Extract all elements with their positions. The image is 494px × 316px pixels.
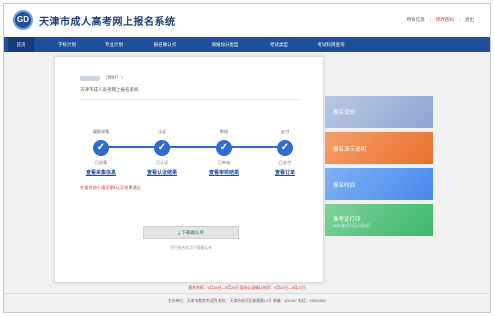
- panel-label: 报名须知: [333, 110, 356, 116]
- panel-admission-ticket-print[interactable]: 准考证打印 2021年9月1日-9月5日: [325, 204, 433, 236]
- user-line: （你好！）: [80, 75, 126, 81]
- check-icon: ✓: [277, 140, 293, 156]
- check-icon: ✓: [154, 140, 170, 156]
- panel-sublabel: 2021年9月1日-9月5日: [333, 224, 371, 228]
- nav-item-confirm-point[interactable]: 报名确认点: [142, 37, 188, 52]
- nav-item-subject-query[interactable]: 考试科目查询: [304, 37, 358, 52]
- view-review-result-link[interactable]: 查看审核结果: [201, 169, 247, 176]
- header-link-change-password[interactable]: 修改密码: [436, 17, 454, 23]
- main-nav: 首页 学校计划 专业计划 报名确认点 填报加分类型 考试类型 考试科目查询: [4, 37, 490, 52]
- step-status: 已采集: [94, 160, 108, 165]
- footer-period: 报名时间：9月16日—9月20日 现场认证确认时间：9月20日—9月21日: [188, 286, 306, 290]
- logo-icon: GD: [13, 10, 33, 30]
- site-title: 天津市成人高考网上报名系统: [39, 17, 176, 28]
- download-icon: ⤓: [178, 230, 181, 235]
- nav-item-major-plan[interactable]: 专业计划: [94, 37, 134, 52]
- panel-registration-demo[interactable]: 报名演示说明: [325, 132, 433, 164]
- user-name-masked: [80, 75, 100, 81]
- header: GD 天津市成人高考网上报名系统 所有信息 | 修改密码 | 退出: [4, 4, 490, 37]
- progress-line: [101, 146, 285, 148]
- page-frame: GD 天津市成人高考网上报名系统 所有信息 | 修改密码 | 退出 首页 学校计…: [3, 3, 491, 313]
- check-icon: ✓: [216, 140, 232, 156]
- header-link-separator: |: [458, 17, 460, 22]
- nav-item-home[interactable]: 首页: [8, 37, 34, 52]
- download-button-label: 下载确认单: [181, 230, 204, 235]
- header-link-separator: |: [429, 17, 431, 22]
- panel-registration-time[interactable]: 报名时间: [325, 168, 433, 200]
- footer-org: 主办单位：天津市教育考试院 地址：天津市南开区复康路10号 邮编：300387 …: [167, 299, 327, 303]
- nav-item-exam-type[interactable]: 考试类型: [259, 37, 299, 52]
- user-greeting: （你好！）: [103, 75, 126, 80]
- step-title: 认证: [157, 129, 167, 134]
- step-auth: 认证 ✓ 已认证 查看认证结果: [139, 129, 185, 176]
- panel-label: 报名演示说明: [333, 147, 367, 153]
- panel-registration-notice[interactable]: 报名须知: [325, 96, 433, 128]
- nav-item-school-plan[interactable]: 学校计划: [47, 37, 87, 52]
- header-link-logout[interactable]: 退出: [465, 17, 474, 23]
- download-hint: 您已报名成功下载确认单: [170, 246, 212, 250]
- welcome-text: 天津市成人高考网上报名系统: [80, 87, 139, 92]
- view-order-link[interactable]: 查看订单: [262, 169, 308, 176]
- check-icon: ✓: [93, 140, 109, 156]
- step-title: 支付: [280, 129, 290, 134]
- panel-label: 准考证打印: [333, 217, 361, 223]
- divider: [80, 99, 300, 100]
- step-status: 已审核: [217, 160, 231, 165]
- nav-item-bonus-type[interactable]: 填报加分类型: [198, 37, 252, 52]
- panel-label: 报名时间: [333, 183, 356, 189]
- step-title: 填报采集: [92, 129, 110, 134]
- status-card: （你好！） 天津市成人高考网上报名系统 填报采集 ✓ 已采集 查看采集信息 认证…: [54, 56, 324, 283]
- download-confirmation-button[interactable]: ⤓ 下载确认单: [143, 226, 239, 239]
- step-title: 审核: [219, 129, 229, 134]
- step-collect: 填报采集 ✓ 已采集 查看采集信息: [78, 129, 124, 176]
- step-status: 已认证: [155, 160, 169, 165]
- footer-divider: [4, 293, 490, 294]
- warning-text: 在报名前小请学期1认证结果通过: [80, 185, 141, 190]
- view-collect-info-link[interactable]: 查看采集信息: [78, 169, 124, 176]
- header-links: 所有信息 | 修改密码 | 退出: [407, 17, 474, 23]
- step-review: 审核 ✓ 已审核 查看审核结果: [201, 129, 247, 176]
- step-pay: 支付 ✓ 已支付 查看订单: [262, 129, 308, 176]
- step-status: 已支付: [278, 160, 292, 165]
- header-link-info[interactable]: 所有信息: [407, 17, 425, 23]
- view-auth-result-link[interactable]: 查看认证结果: [139, 169, 185, 176]
